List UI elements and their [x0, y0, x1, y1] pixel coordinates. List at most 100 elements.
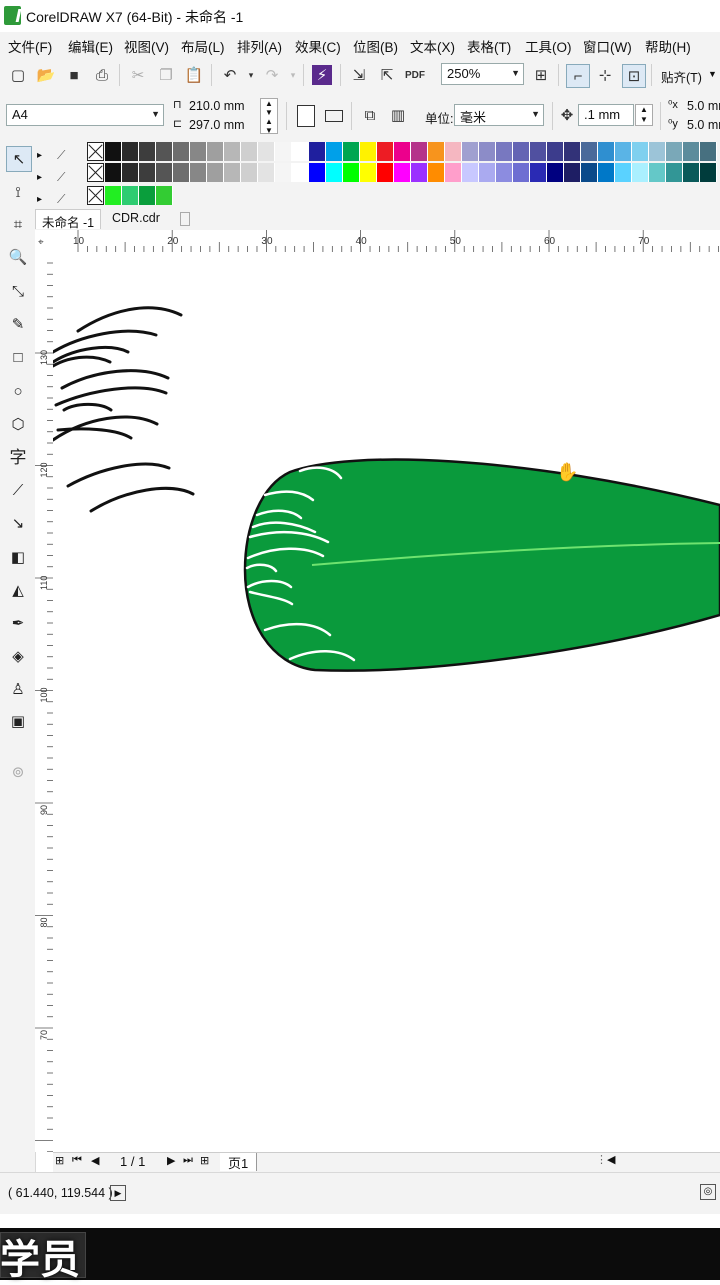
- landscape-icon[interactable]: [325, 110, 343, 122]
- color-swatch[interactable]: [190, 142, 207, 161]
- smart-fill-tool-icon[interactable]: ✎: [6, 312, 30, 336]
- text-tool-icon[interactable]: 字: [6, 443, 30, 467]
- color-swatch[interactable]: [190, 163, 207, 182]
- color-swatch[interactable]: [666, 163, 683, 182]
- no-color-swatch[interactable]: [87, 142, 104, 161]
- status-expand-icon[interactable]: ▶: [110, 1185, 126, 1201]
- color-swatch[interactable]: [360, 142, 377, 161]
- color-swatch[interactable]: [360, 163, 377, 182]
- menu-item-1[interactable]: 编辑(E): [68, 36, 113, 56]
- redo-dropdown-icon[interactable]: ▾: [282, 64, 304, 86]
- all-pages-icon[interactable]: ⧉: [359, 104, 381, 126]
- tab-cdr-file[interactable]: CDR.cdr: [106, 209, 166, 229]
- color-swatch[interactable]: [122, 186, 139, 205]
- next-page-icon[interactable]: ▶: [167, 1154, 175, 1167]
- color-swatch[interactable]: [598, 163, 615, 182]
- ruler-origin-icon[interactable]: ⌖: [38, 237, 44, 248]
- color-swatch[interactable]: [105, 163, 122, 182]
- menu-item-11[interactable]: 帮助(H): [645, 36, 691, 56]
- interactive-fill-tool-icon[interactable]: ◈: [6, 644, 30, 668]
- show-grid-icon[interactable]: ⊹: [594, 64, 616, 86]
- color-swatch[interactable]: [411, 142, 428, 161]
- launch-icon[interactable]: ⚡: [312, 65, 332, 85]
- dimension-spinner[interactable]: ▲ ▼ ▲ ▼: [260, 98, 278, 135]
- color-swatch[interactable]: [632, 142, 649, 161]
- color-swatch[interactable]: [343, 163, 360, 182]
- color-swatch[interactable]: [139, 163, 156, 182]
- color-swatch[interactable]: [173, 142, 190, 161]
- current-page-icon[interactable]: ▥: [387, 104, 409, 126]
- color-swatch[interactable]: [479, 163, 496, 182]
- color-swatch[interactable]: [139, 186, 156, 205]
- color-swatch[interactable]: [122, 163, 139, 182]
- color-eyedropper-tool-icon[interactable]: ✒: [6, 611, 30, 635]
- color-swatch[interactable]: [581, 142, 598, 161]
- copy-icon[interactable]: ❐: [155, 64, 177, 86]
- drop-shadow-tool-icon[interactable]: ◧: [6, 545, 30, 569]
- color-swatch[interactable]: [377, 163, 394, 182]
- color-swatch[interactable]: [530, 163, 547, 182]
- scroll-left-icon[interactable]: ◀: [607, 1153, 615, 1166]
- export-pdf-icon[interactable]: PDF: [404, 64, 426, 86]
- color-swatch[interactable]: [309, 163, 326, 182]
- duplicate-distance-x[interactable]: 5.0 mm: [687, 99, 720, 113]
- color-swatch[interactable]: [343, 142, 360, 161]
- color-swatch[interactable]: [700, 163, 717, 182]
- status-options-icon[interactable]: ◎: [700, 1184, 716, 1200]
- menu-item-2[interactable]: 视图(V): [124, 36, 169, 56]
- color-swatch[interactable]: [309, 142, 326, 161]
- save-icon[interactable]: ■: [63, 64, 85, 86]
- show-guidelines-icon[interactable]: ⊡: [622, 64, 646, 88]
- full-screen-preview-icon[interactable]: ⊞: [530, 64, 552, 86]
- duplicate-distance-y[interactable]: 5.0 mm: [687, 118, 720, 132]
- color-swatch[interactable]: [207, 142, 224, 161]
- color-swatch[interactable]: [241, 142, 258, 161]
- zoom-tool-icon[interactable]: 🔍: [6, 245, 30, 269]
- color-swatch[interactable]: [428, 163, 445, 182]
- color-swatch[interactable]: [275, 142, 292, 161]
- color-swatch[interactable]: [513, 163, 530, 182]
- open-icon[interactable]: 📂: [35, 64, 57, 86]
- color-swatch[interactable]: [547, 142, 564, 161]
- paste-icon[interactable]: 📋: [183, 64, 205, 86]
- black-strokes-group[interactable]: [53, 306, 195, 513]
- menu-item-10[interactable]: 窗口(W): [583, 36, 632, 56]
- color-swatch[interactable]: [224, 163, 241, 182]
- smart-fill-icon[interactable]: ♙: [6, 677, 30, 701]
- color-swatch[interactable]: [394, 142, 411, 161]
- color-swatch[interactable]: [632, 163, 649, 182]
- color-swatch[interactable]: [462, 163, 479, 182]
- color-swatch[interactable]: [139, 142, 156, 161]
- transparency-tool-icon[interactable]: ◭: [6, 578, 30, 602]
- color-swatch[interactable]: [496, 142, 513, 161]
- zoom-level-select[interactable]: 250% ▼: [441, 63, 524, 85]
- import-icon[interactable]: ⇲: [348, 64, 370, 86]
- polygon-tool-icon[interactable]: ⬡: [6, 412, 30, 436]
- menu-item-0[interactable]: 文件(F): [8, 36, 52, 56]
- color-swatch[interactable]: [258, 142, 275, 161]
- freehand-tool-icon[interactable]: ⤡: [6, 279, 30, 303]
- palette-expand-icons[interactable]: ▸ ▸ ▸: [37, 145, 42, 211]
- tab-untitled[interactable]: 未命名 -1: [35, 209, 102, 230]
- crop-tool-icon[interactable]: ⌗: [6, 212, 30, 236]
- color-swatch[interactable]: [615, 142, 632, 161]
- rectangle-tool-icon[interactable]: □: [6, 345, 30, 369]
- color-swatch[interactable]: [547, 163, 564, 182]
- color-swatch[interactable]: [683, 142, 700, 161]
- eyedropper-icons[interactable]: ⟋ ⟋ ⟋: [57, 144, 65, 210]
- color-swatch[interactable]: [496, 163, 513, 182]
- no-color-swatch[interactable]: [87, 186, 104, 205]
- menu-item-7[interactable]: 文本(X): [410, 36, 455, 56]
- cut-icon[interactable]: ✂: [127, 64, 149, 86]
- color-swatch[interactable]: [700, 142, 717, 161]
- color-swatch[interactable]: [105, 142, 122, 161]
- color-swatch[interactable]: [207, 163, 224, 182]
- add-page-after-icon[interactable]: ⊞: [200, 1154, 209, 1167]
- page-size-select[interactable]: A4 ▼: [6, 104, 164, 126]
- color-swatch[interactable]: [105, 186, 122, 205]
- menu-item-4[interactable]: 排列(A): [237, 36, 282, 56]
- color-swatch[interactable]: [411, 163, 428, 182]
- color-swatch[interactable]: [513, 142, 530, 161]
- menu-item-8[interactable]: 表格(T): [467, 36, 511, 56]
- menu-item-5[interactable]: 效果(C): [295, 36, 341, 56]
